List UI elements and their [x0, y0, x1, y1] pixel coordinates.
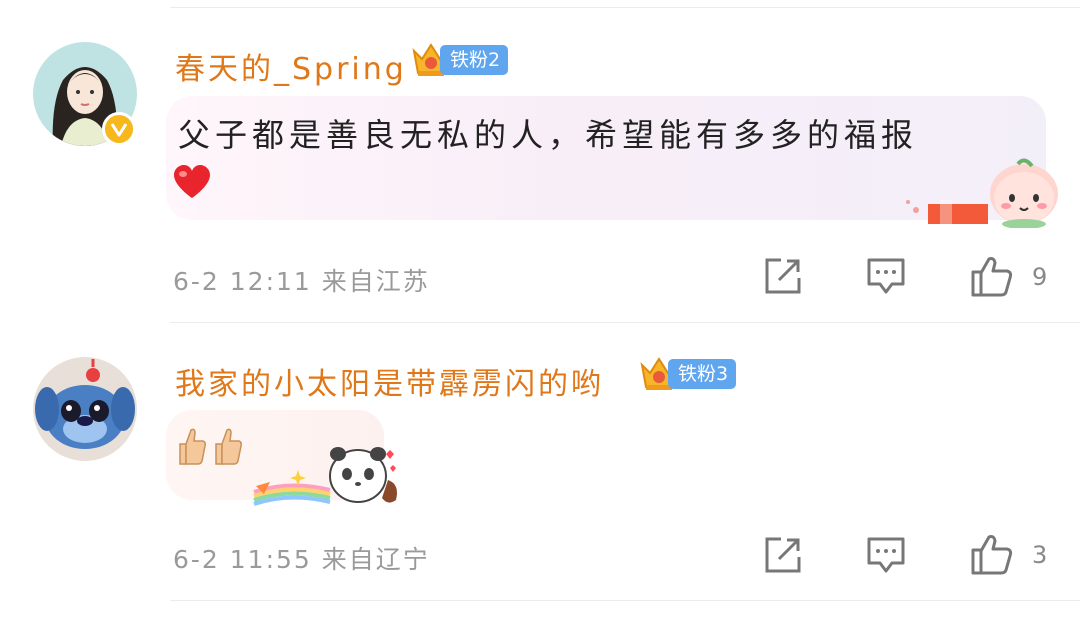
divider: [170, 322, 1080, 323]
like-thumbs-up-icon[interactable]: [970, 254, 1014, 298]
heart-emoji-icon: [174, 165, 210, 198]
share-icon[interactable]: [763, 535, 803, 575]
reply-comment-icon[interactable]: [866, 256, 906, 296]
reply-comment-icon[interactable]: [866, 535, 906, 575]
like-count: 9: [1032, 263, 1048, 291]
panda-sticker-icon: [253, 447, 397, 506]
username[interactable]: 春天的_Spring: [175, 44, 407, 88]
comment-text: 父子都是善良无私的人，希望能有多多的福报: [178, 116, 919, 154]
thumbs-up-emoji-icon: [179, 428, 242, 465]
comment-meta: 6-2 11:55 来自辽宁: [173, 545, 430, 574]
fan-badge-label: 铁粉3: [668, 359, 737, 389]
divider: [170, 7, 1080, 8]
divider: [170, 600, 1080, 601]
like-count: 3: [1032, 541, 1048, 569]
avatar[interactable]: [33, 357, 137, 461]
fan-badge-label: 铁粉2: [440, 45, 509, 75]
peach-sticker-icon: [906, 158, 1058, 228]
verified-badge-icon: [102, 112, 136, 146]
comment-list: 春天的_Spring 铁粉2 父子都是善良无私的人，希望能有多多的福报 6-2 …: [0, 0, 1080, 619]
username[interactable]: 我家的小太阳是带霹雳闪的哟: [175, 359, 604, 403]
like-thumbs-up-icon[interactable]: [970, 532, 1014, 576]
comment-meta: 6-2 12:11 来自江苏: [173, 267, 430, 296]
share-icon[interactable]: [763, 256, 803, 296]
